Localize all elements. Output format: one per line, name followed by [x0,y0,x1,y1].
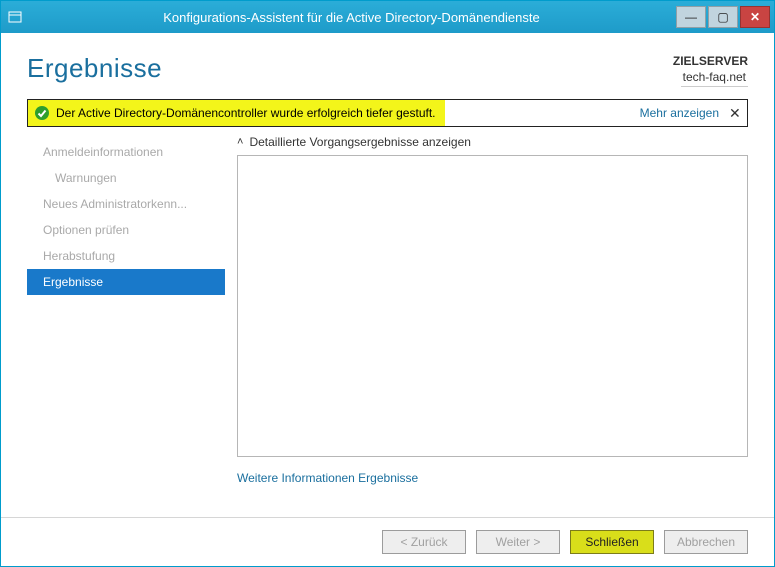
target-server-label: ZIELSERVER [673,53,748,69]
wizard-window: Konfigurations-Assistent für die Active … [0,0,775,567]
minimize-button[interactable]: — [676,6,706,28]
details-expander[interactable]: ˄ Detaillierte Vorgangsergebnisse anzeig… [237,135,748,149]
success-icon [34,105,50,121]
details-textbox[interactable] [237,155,748,457]
more-info-link[interactable]: Weitere Informationen Ergebnisse [237,471,418,485]
chevron-up-icon: ˄ [237,137,243,148]
wizard-footer: < Zurück Weiter > Schließen Abbrechen [1,517,774,566]
nav-item-warnings: Warnungen [27,165,225,191]
caption-buttons: — ▢ ✕ [674,6,770,28]
nav-item-demotion: Herabstufung [27,243,225,269]
nav-item-credentials: Anmeldeinformationen [27,139,225,165]
title-bar: Konfigurations-Assistent für die Active … [1,1,774,33]
wizard-body: Anmeldeinformationen Warnungen Neues Adm… [1,127,774,487]
banner-close-icon[interactable]: ✕ [729,105,747,122]
back-button: < Zurück [382,530,466,554]
system-menu-icon[interactable] [1,10,29,24]
nav-item-results[interactable]: Ergebnisse [27,269,225,295]
result-message-wrap: Der Active Directory-Domänencontroller w… [28,100,445,126]
close-button[interactable]: Schließen [570,530,654,554]
target-server-value: tech-faq.net [681,69,748,87]
result-message: Der Active Directory-Domänencontroller w… [56,106,436,120]
window-title: Konfigurations-Assistent für die Active … [29,10,674,25]
page-title: Ergebnisse [27,53,162,84]
nav-item-review: Optionen prüfen [27,217,225,243]
next-button: Weiter > [476,530,560,554]
details-expander-label: Detaillierte Vorgangsergebnisse anzeigen [249,135,470,149]
step-nav: Anmeldeinformationen Warnungen Neues Adm… [27,131,225,487]
show-more-link[interactable]: Mehr anzeigen [630,106,729,120]
target-server: ZIELSERVER tech-faq.net [673,53,748,87]
window-close-button[interactable]: ✕ [740,6,770,28]
result-banner: Der Active Directory-Domänencontroller w… [27,99,748,127]
nav-item-newadminpw: Neues Administratorkenn... [27,191,225,217]
cancel-button: Abbrechen [664,530,748,554]
wizard-header: Ergebnisse ZIELSERVER tech-faq.net [1,33,774,93]
maximize-button[interactable]: ▢ [708,6,738,28]
wizard-content: ˄ Detaillierte Vorgangsergebnisse anzeig… [225,131,748,487]
